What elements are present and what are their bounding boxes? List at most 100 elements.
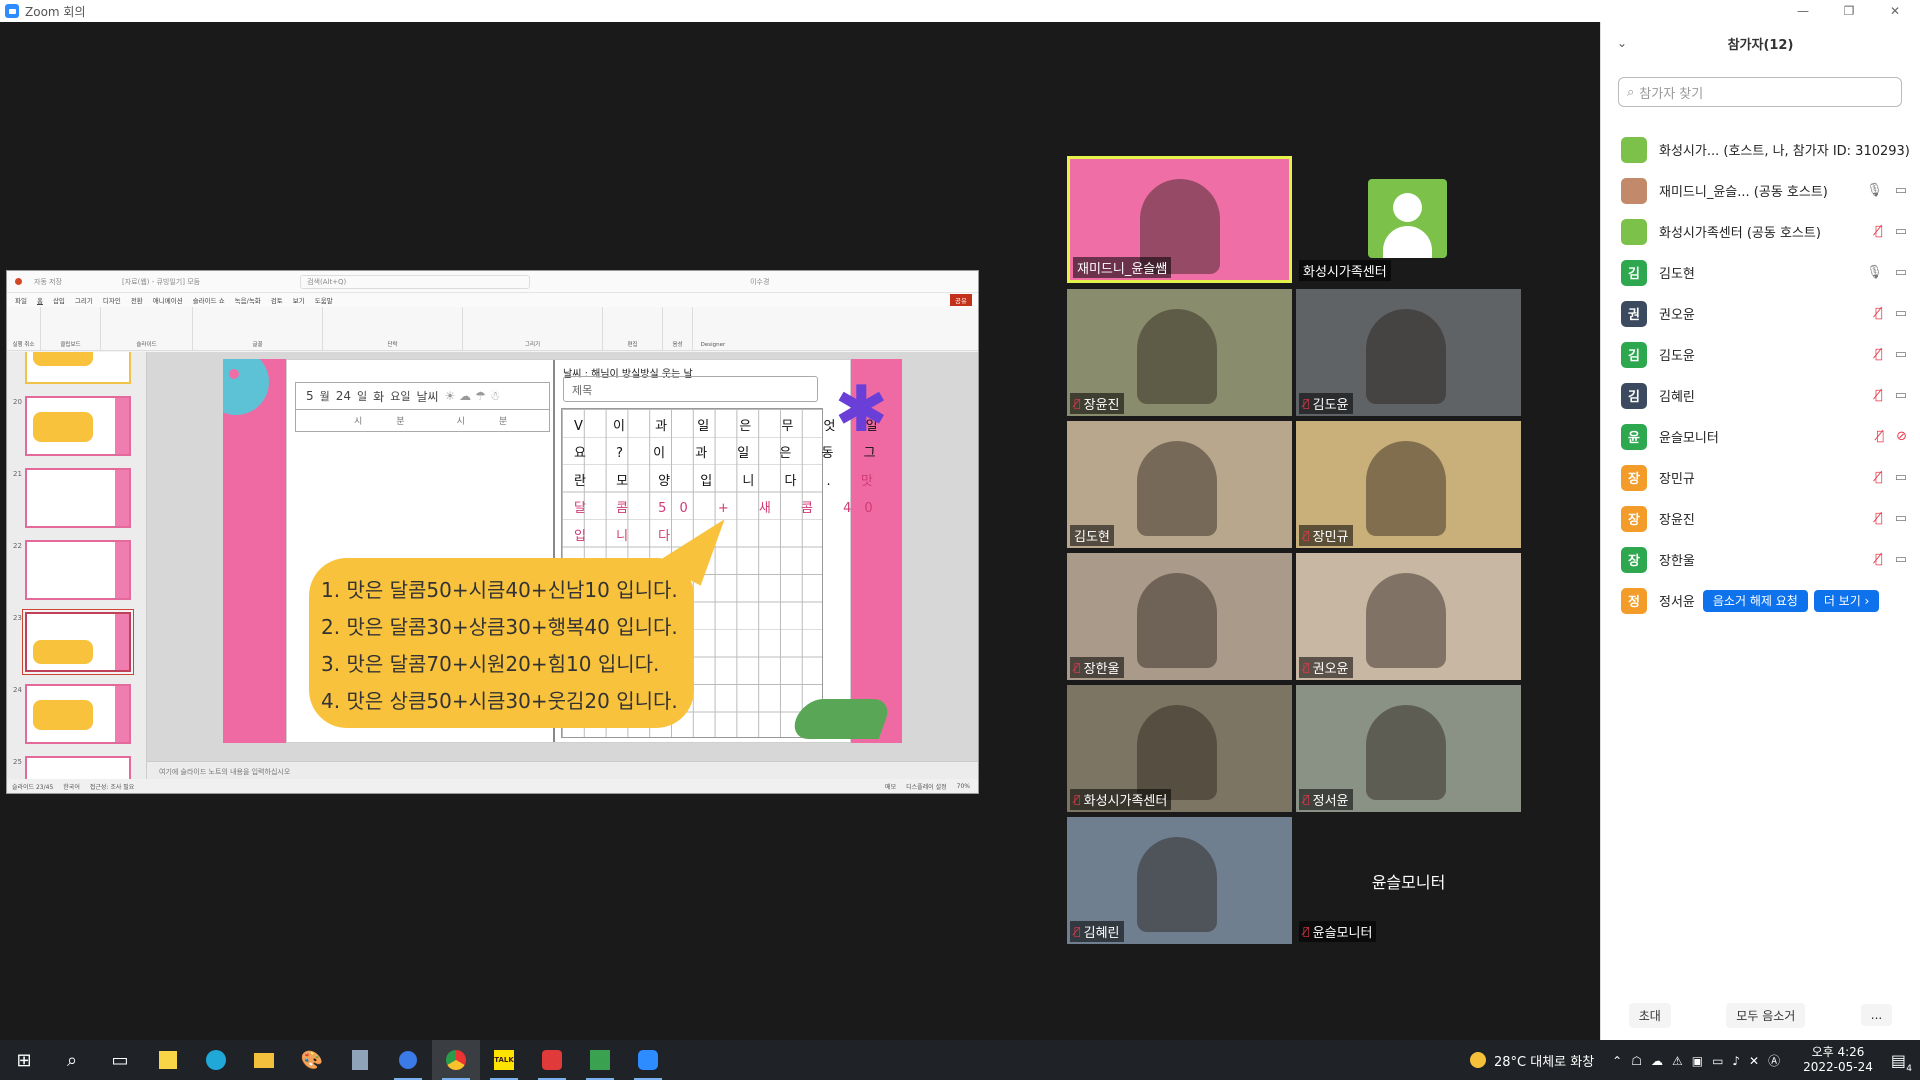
taskbar-weather[interactable]: 28°C 대체로 화창 — [1494, 1051, 1594, 1070]
ppt-share-button[interactable]: 공유 — [950, 294, 972, 306]
app-icon-2[interactable] — [576, 1040, 624, 1080]
explorer-app-icon[interactable] — [384, 1040, 432, 1080]
slide-thumb[interactable]: 25 — [13, 756, 131, 779]
participant-row[interactable]: 김 김도현 🎙 ▭ — [1601, 252, 1920, 293]
video-tile[interactable]: 🎙̸ 장한울 — [1067, 553, 1292, 680]
slide-thumb[interactable] — [25, 352, 131, 384]
mic-icon[interactable]: 🎙 — [1866, 183, 1883, 198]
slide-thumb[interactable]: 20 — [13, 396, 131, 456]
participant-row[interactable]: 정 정서윤 음소거 해제 요청 더 보기 › — [1601, 580, 1920, 621]
muted-mic-icon[interactable]: 🎙̸ — [1875, 470, 1883, 485]
participant-row[interactable]: 김 김도윤 🎙̸ ▭ — [1601, 334, 1920, 375]
ppt-menu-view[interactable]: 보기 — [293, 295, 305, 305]
clock[interactable]: 오후 4:26 2022-05-24 — [1803, 1045, 1873, 1075]
ppt-menu-help[interactable]: 도움말 — [315, 295, 333, 305]
muted-mic-icon[interactable]: 🎙̸ — [1875, 224, 1883, 239]
slide-thumb[interactable]: 21 — [13, 468, 131, 528]
video-tile[interactable]: 재미드니_윤슬쌤 — [1067, 156, 1292, 283]
more-options-button[interactable]: ... — [1860, 1004, 1893, 1026]
participant-row[interactable]: 화성시가족센터 (공동 호스트) 🎙̸ ▭ — [1601, 211, 1920, 252]
task-view-icon[interactable]: ▭ — [96, 1040, 144, 1080]
kakaotalk-icon[interactable]: TALK — [480, 1040, 528, 1080]
video-tile[interactable]: 🎙̸ 화성시가족센터 — [1067, 685, 1292, 812]
ppt-menu-file[interactable]: 파일 — [15, 295, 27, 305]
ppt-menu-animations[interactable]: 애니메이션 — [153, 295, 183, 305]
video-tile[interactable]: 🎙̸ 권오윤 — [1296, 553, 1521, 680]
video-icon[interactable]: ▭ — [1895, 347, 1907, 362]
participant-row[interactable]: 장 장민규 🎙̸ ▭ — [1601, 457, 1920, 498]
zoom-icon[interactable] — [624, 1040, 672, 1080]
muted-mic-icon[interactable]: 🎙̸ — [1875, 388, 1883, 403]
ppt-menu-design[interactable]: 디자인 — [103, 295, 121, 305]
notification-icon[interactable]: ▤ 4 — [1891, 1051, 1912, 1074]
ppt-menu-review[interactable]: 검토 — [271, 295, 283, 305]
ppt-menu-draw[interactable]: 그리기 — [75, 295, 93, 305]
start-button[interactable]: ⊞ — [0, 1040, 48, 1080]
video-icon[interactable]: ▭ — [1895, 306, 1907, 321]
muted-mic-icon[interactable]: 🎙̸ — [1875, 306, 1883, 321]
ppt-menu-record[interactable]: 녹음/녹화 — [235, 295, 261, 305]
close-button[interactable]: ✕ — [1878, 0, 1912, 22]
participant-row[interactable]: 장 장한울 🎙̸ ▭ — [1601, 539, 1920, 580]
muted-mic-icon[interactable]: 🎙̸ — [1875, 511, 1883, 526]
video-icon[interactable]: ▭ — [1895, 388, 1907, 403]
ppt-menu-slideshow[interactable]: 슬라이드 쇼 — [193, 295, 225, 305]
edge-icon[interactable] — [192, 1040, 240, 1080]
slide-thumb-selected[interactable]: 23 — [13, 612, 131, 672]
ask-to-unmute-button[interactable]: 음소거 해제 요청 — [1702, 589, 1808, 612]
video-tile[interactable]: 🎙̸ 장윤진 — [1067, 289, 1292, 416]
status-display-button[interactable]: 디스플레이 설정 — [906, 782, 947, 791]
app-icon[interactable] — [528, 1040, 576, 1080]
video-icon[interactable]: ▭ — [1895, 552, 1907, 567]
video-tile[interactable]: 🎙̸ 정서윤 — [1296, 685, 1521, 812]
ppt-menu-transitions[interactable]: 전환 — [131, 295, 143, 305]
slide-thumb[interactable]: 22 — [13, 540, 131, 600]
participant-search-input[interactable]: ⌕ 참가자 찾기 — [1618, 77, 1902, 107]
restore-button[interactable]: ❐ — [1832, 0, 1866, 22]
mic-icon[interactable]: 🎙 — [1866, 265, 1883, 280]
mute-all-button[interactable]: 모두 음소거 — [1726, 1002, 1806, 1028]
ribbon-group-drawing: 그리기 — [463, 307, 603, 350]
video-tile[interactable]: 김도현 — [1067, 421, 1292, 548]
ppt-menu-insert[interactable]: 삽입 — [53, 295, 65, 305]
more-button[interactable]: 더 보기 › — [1813, 589, 1880, 612]
status-accessibility[interactable]: 접근성: 조사 필요 — [90, 782, 134, 791]
slide-thumb[interactable]: 24 — [13, 684, 131, 744]
participant-row[interactable]: 화성시가... (호스트, 나, 참가자 ID: 310293) — [1601, 129, 1920, 170]
muted-mic-icon[interactable]: 🎙̸ — [1875, 552, 1883, 567]
video-icon[interactable]: ▭ — [1895, 265, 1907, 280]
calculator-icon[interactable] — [336, 1040, 384, 1080]
file-explorer-icon[interactable] — [240, 1040, 288, 1080]
muted-mic-icon[interactable]: 🎙̸ — [1876, 429, 1884, 444]
video-off-icon[interactable]: ⊘ — [1896, 429, 1907, 444]
participant-row[interactable]: 윤 윤슬모니터 🎙̸ ⊘ — [1601, 416, 1920, 457]
video-tile[interactable]: 화성시가족센터 — [1296, 156, 1521, 283]
participant-row[interactable]: 재미드니_윤슬... (공동 호스트) 🎙 ▭ — [1601, 170, 1920, 211]
slide-canvas[interactable]: 5월 24 일 화 요일 날씨 ☀ ☁ ☂ ☃ 시 분 시 분 날씨: 해님이… — [147, 352, 978, 779]
participant-row[interactable]: 권 권오윤 🎙̸ ▭ — [1601, 293, 1920, 334]
video-icon[interactable]: ▭ — [1895, 470, 1907, 485]
video-icon[interactable]: ▭ — [1895, 183, 1907, 198]
video-tile[interactable]: 윤슬모니터 🎙̸ 윤슬모니터 — [1296, 817, 1521, 944]
search-taskbar-icon[interactable]: ⌕ — [48, 1040, 96, 1080]
ppt-search-box[interactable]: 검색(Alt+Q) — [300, 274, 531, 289]
participant-row[interactable]: 장 장윤진 🎙̸ ▭ — [1601, 498, 1920, 539]
invite-button[interactable]: 초대 — [1628, 1002, 1671, 1028]
video-icon[interactable]: ▭ — [1895, 224, 1907, 239]
notes-pane[interactable]: 여기에 슬라이드 노트의 내용을 입력하십시오 — [147, 761, 978, 779]
status-zoom[interactable]: 70% — [957, 783, 970, 790]
sticky-notes-icon[interactable] — [144, 1040, 192, 1080]
muted-mic-icon[interactable]: 🎙̸ — [1875, 347, 1883, 362]
video-tile[interactable]: 🎙̸ 김혜린 — [1067, 817, 1292, 944]
paint-icon[interactable]: 🎨 — [288, 1040, 336, 1080]
video-icon[interactable]: ▭ — [1895, 511, 1907, 526]
tray-icons[interactable]: ⌃☖☁⚠▣▭♪✕Ⓐ — [1612, 1052, 1789, 1069]
date-day: 24 — [335, 389, 352, 403]
status-notes-button[interactable]: 메모 — [885, 782, 896, 791]
minimize-button[interactable]: — — [1786, 0, 1820, 22]
participant-row[interactable]: 김 김혜린 🎙̸ ▭ — [1601, 375, 1920, 416]
video-tile[interactable]: 🎙̸ 장민규 — [1296, 421, 1521, 548]
chrome-icon[interactable] — [432, 1040, 480, 1080]
ppt-menu-home[interactable]: 홈 — [37, 295, 43, 305]
video-tile[interactable]: 🎙̸ 김도윤 — [1296, 289, 1521, 416]
